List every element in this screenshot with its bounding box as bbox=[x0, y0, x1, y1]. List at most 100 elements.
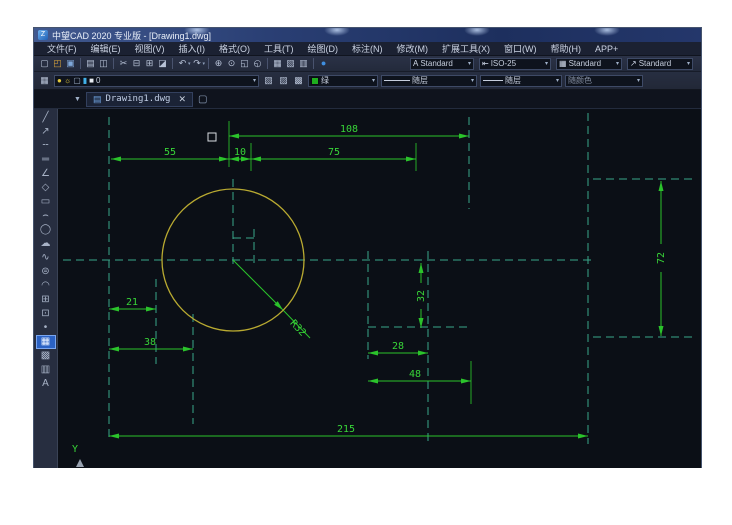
mleader-style-combo[interactable]: ↗Standard▾ bbox=[627, 58, 693, 70]
tab-overflow-icon[interactable]: ▼ bbox=[74, 96, 81, 103]
layer-combo[interactable]: ●☼▢▮■ 0 ▾ bbox=[54, 75, 259, 87]
layer-tool-buttons: ▧▨▩ bbox=[262, 74, 305, 87]
chevron-down-icon[interactable]: ▾ bbox=[687, 60, 690, 67]
circle-tool-icon[interactable]: ◯ bbox=[36, 223, 56, 237]
centerlines[interactable] bbox=[63, 113, 696, 444]
layer-manager-icon[interactable]: ▦ bbox=[38, 74, 51, 87]
extension-lines[interactable] bbox=[229, 121, 471, 404]
chevron-down-icon[interactable]: ▾ bbox=[545, 60, 548, 67]
spline-tool-icon[interactable]: ∿ bbox=[36, 251, 56, 265]
line-tool-icon[interactable]: ╱ bbox=[36, 111, 56, 125]
match-properties-icon[interactable]: ◪ bbox=[156, 57, 169, 70]
redo-dropdown-icon[interactable]: ▾ bbox=[203, 61, 206, 67]
layer-match-icon[interactable]: ▧ bbox=[262, 74, 275, 87]
menu-item-7[interactable]: 标注(N) bbox=[345, 42, 390, 55]
menu-item-3[interactable]: 插入(I) bbox=[172, 42, 213, 55]
save-file-icon[interactable]: ▣ bbox=[64, 57, 77, 70]
polyline-tool-icon[interactable]: ∠ bbox=[36, 167, 56, 181]
title-bar[interactable]: Z 中望CAD 2020 专业版 - [Drawing1.dwg] bbox=[34, 28, 701, 42]
layer-on-icon[interactable]: ● bbox=[57, 77, 62, 85]
dim-32: 32 bbox=[416, 290, 427, 302]
polygon-tool-icon[interactable]: ◇ bbox=[36, 181, 56, 195]
layer-combo-icons: ●☼▢▮■ bbox=[57, 77, 94, 85]
layer-properties-icon[interactable]: ▦ bbox=[271, 57, 284, 70]
menu-item-2[interactable]: 视图(V) bbox=[128, 42, 172, 55]
document-tab[interactable]: ▤ Drawing1.dwg ✕ bbox=[86, 92, 193, 107]
layer-freeze-icon[interactable]: ☼ bbox=[64, 77, 71, 85]
lineweight-combo[interactable]: 随层 ▾ bbox=[480, 75, 562, 87]
dimension-lines[interactable] bbox=[109, 136, 661, 436]
chevron-down-icon[interactable]: ▾ bbox=[556, 77, 559, 84]
ellipse-arc-tool-icon[interactable]: ◠ bbox=[36, 279, 56, 293]
region-tool-icon[interactable]: ▥ bbox=[36, 363, 56, 377]
revision-cloud-tool-icon[interactable]: ☁ bbox=[36, 237, 56, 251]
zoom-realtime-icon[interactable]: ⊙ bbox=[225, 57, 238, 70]
mtext-tool-icon[interactable]: A bbox=[36, 377, 56, 391]
point-tool-icon[interactable]: • bbox=[36, 321, 56, 335]
layer-color-swatch-icon[interactable]: ■ bbox=[89, 77, 94, 85]
hatch-tool-icon[interactable]: ▦ bbox=[36, 335, 56, 349]
layer-states-icon[interactable]: ▧ bbox=[284, 57, 297, 70]
menu-item-12[interactable]: APP+ bbox=[588, 44, 625, 54]
multiline-tool-icon[interactable]: ═ bbox=[36, 153, 56, 167]
copy-icon[interactable]: ⊟ bbox=[130, 57, 143, 70]
document-tab-bar: ▼ ▤ Drawing1.dwg ✕ ▢ bbox=[34, 90, 701, 109]
layer-previous-icon[interactable]: ▨ bbox=[277, 74, 290, 87]
cut-icon[interactable]: ✂ bbox=[117, 57, 130, 70]
chevron-down-icon[interactable]: ▾ bbox=[616, 60, 619, 67]
make-block-tool-icon[interactable]: ⊡ bbox=[36, 307, 56, 321]
ucs-y-arrow-icon bbox=[76, 459, 84, 467]
menu-item-4[interactable]: 格式(O) bbox=[212, 42, 257, 55]
plot-icon[interactable]: ▤ bbox=[84, 57, 97, 70]
open-file-icon[interactable]: ◰ bbox=[51, 57, 64, 70]
table-style-icon: ▦ bbox=[559, 59, 567, 68]
paste-icon[interactable]: ⊞ bbox=[143, 57, 156, 70]
linetype-combo[interactable]: 随层 ▾ bbox=[381, 75, 477, 87]
menu-item-8[interactable]: 修改(M) bbox=[390, 42, 436, 55]
color-swatch bbox=[311, 77, 319, 85]
layer-isolate-icon[interactable]: ▩ bbox=[292, 74, 305, 87]
new-document-icon[interactable]: ▢ bbox=[198, 94, 207, 105]
zoom-window-icon[interactable]: ◱ bbox=[238, 57, 251, 70]
screenshot-page: Z 中望CAD 2020 专业版 - [Drawing1.dwg] 文件(F)编… bbox=[0, 0, 732, 525]
rectangle-tool-icon[interactable]: ▭ bbox=[36, 195, 56, 209]
zoom-previous-icon[interactable]: ◵ bbox=[251, 57, 264, 70]
color-combo[interactable]: 绿 ▾ bbox=[308, 75, 378, 87]
ellipse-tool-icon[interactable]: ⊜ bbox=[36, 265, 56, 279]
ray-tool-icon[interactable]: ↗ bbox=[36, 125, 56, 139]
dim-style-icon: ⇤ bbox=[482, 59, 489, 68]
text-style-combo[interactable]: AStandard▾ bbox=[410, 58, 474, 70]
gradient-tool-icon[interactable]: ▩ bbox=[36, 349, 56, 363]
new-file-icon[interactable]: ▢ bbox=[38, 57, 51, 70]
chevron-down-icon[interactable]: ▾ bbox=[468, 60, 471, 67]
color-label: 绿 bbox=[321, 75, 329, 86]
layer-lock-icon[interactable]: ▮ bbox=[83, 77, 87, 85]
menu-item-10[interactable]: 窗口(W) bbox=[497, 42, 544, 55]
menu-item-11[interactable]: 帮助(H) bbox=[544, 42, 589, 55]
render-sphere-icon[interactable]: ● bbox=[317, 57, 330, 70]
layer-plot-icon[interactable]: ▢ bbox=[73, 77, 81, 85]
properties-palette-icon[interactable]: ▥ bbox=[297, 57, 310, 70]
toolbar-separator bbox=[172, 58, 173, 69]
menu-item-6[interactable]: 绘图(D) bbox=[301, 42, 346, 55]
close-icon[interactable]: ✕ bbox=[174, 94, 186, 105]
menu-item-0[interactable]: 文件(F) bbox=[40, 42, 84, 55]
chevron-down-icon[interactable]: ▾ bbox=[471, 77, 474, 84]
chevron-down-icon[interactable]: ▾ bbox=[372, 77, 375, 84]
chevron-down-icon[interactable]: ▾ bbox=[637, 77, 640, 84]
dim-style-combo[interactable]: ⇤ISO-25▾ bbox=[479, 58, 551, 70]
insert-block-tool-icon[interactable]: ⊞ bbox=[36, 293, 56, 307]
arc-tool-icon[interactable]: ⌢ bbox=[36, 209, 56, 223]
chevron-down-icon[interactable]: ▾ bbox=[253, 77, 256, 84]
construction-line-tool-icon[interactable]: ╌ bbox=[36, 139, 56, 153]
print-preview-icon[interactable]: ◫ bbox=[97, 57, 110, 70]
drawing-canvas[interactable]: 108 55 10 75 21 38 28 48 215 72 32 R32 bbox=[58, 109, 701, 468]
menu-item-9[interactable]: 扩展工具(X) bbox=[435, 42, 497, 55]
plotstyle-combo[interactable]: 随颜色 ▾ bbox=[565, 75, 643, 87]
table-style-combo[interactable]: ▦Standard ▾ bbox=[556, 58, 622, 70]
menu-item-5[interactable]: 工具(T) bbox=[257, 42, 301, 55]
table-style-value: Standard bbox=[569, 59, 601, 68]
menu-item-1[interactable]: 编辑(E) bbox=[84, 42, 128, 55]
dim-10: 10 bbox=[234, 147, 246, 158]
pan-icon[interactable]: ⊕ bbox=[212, 57, 225, 70]
